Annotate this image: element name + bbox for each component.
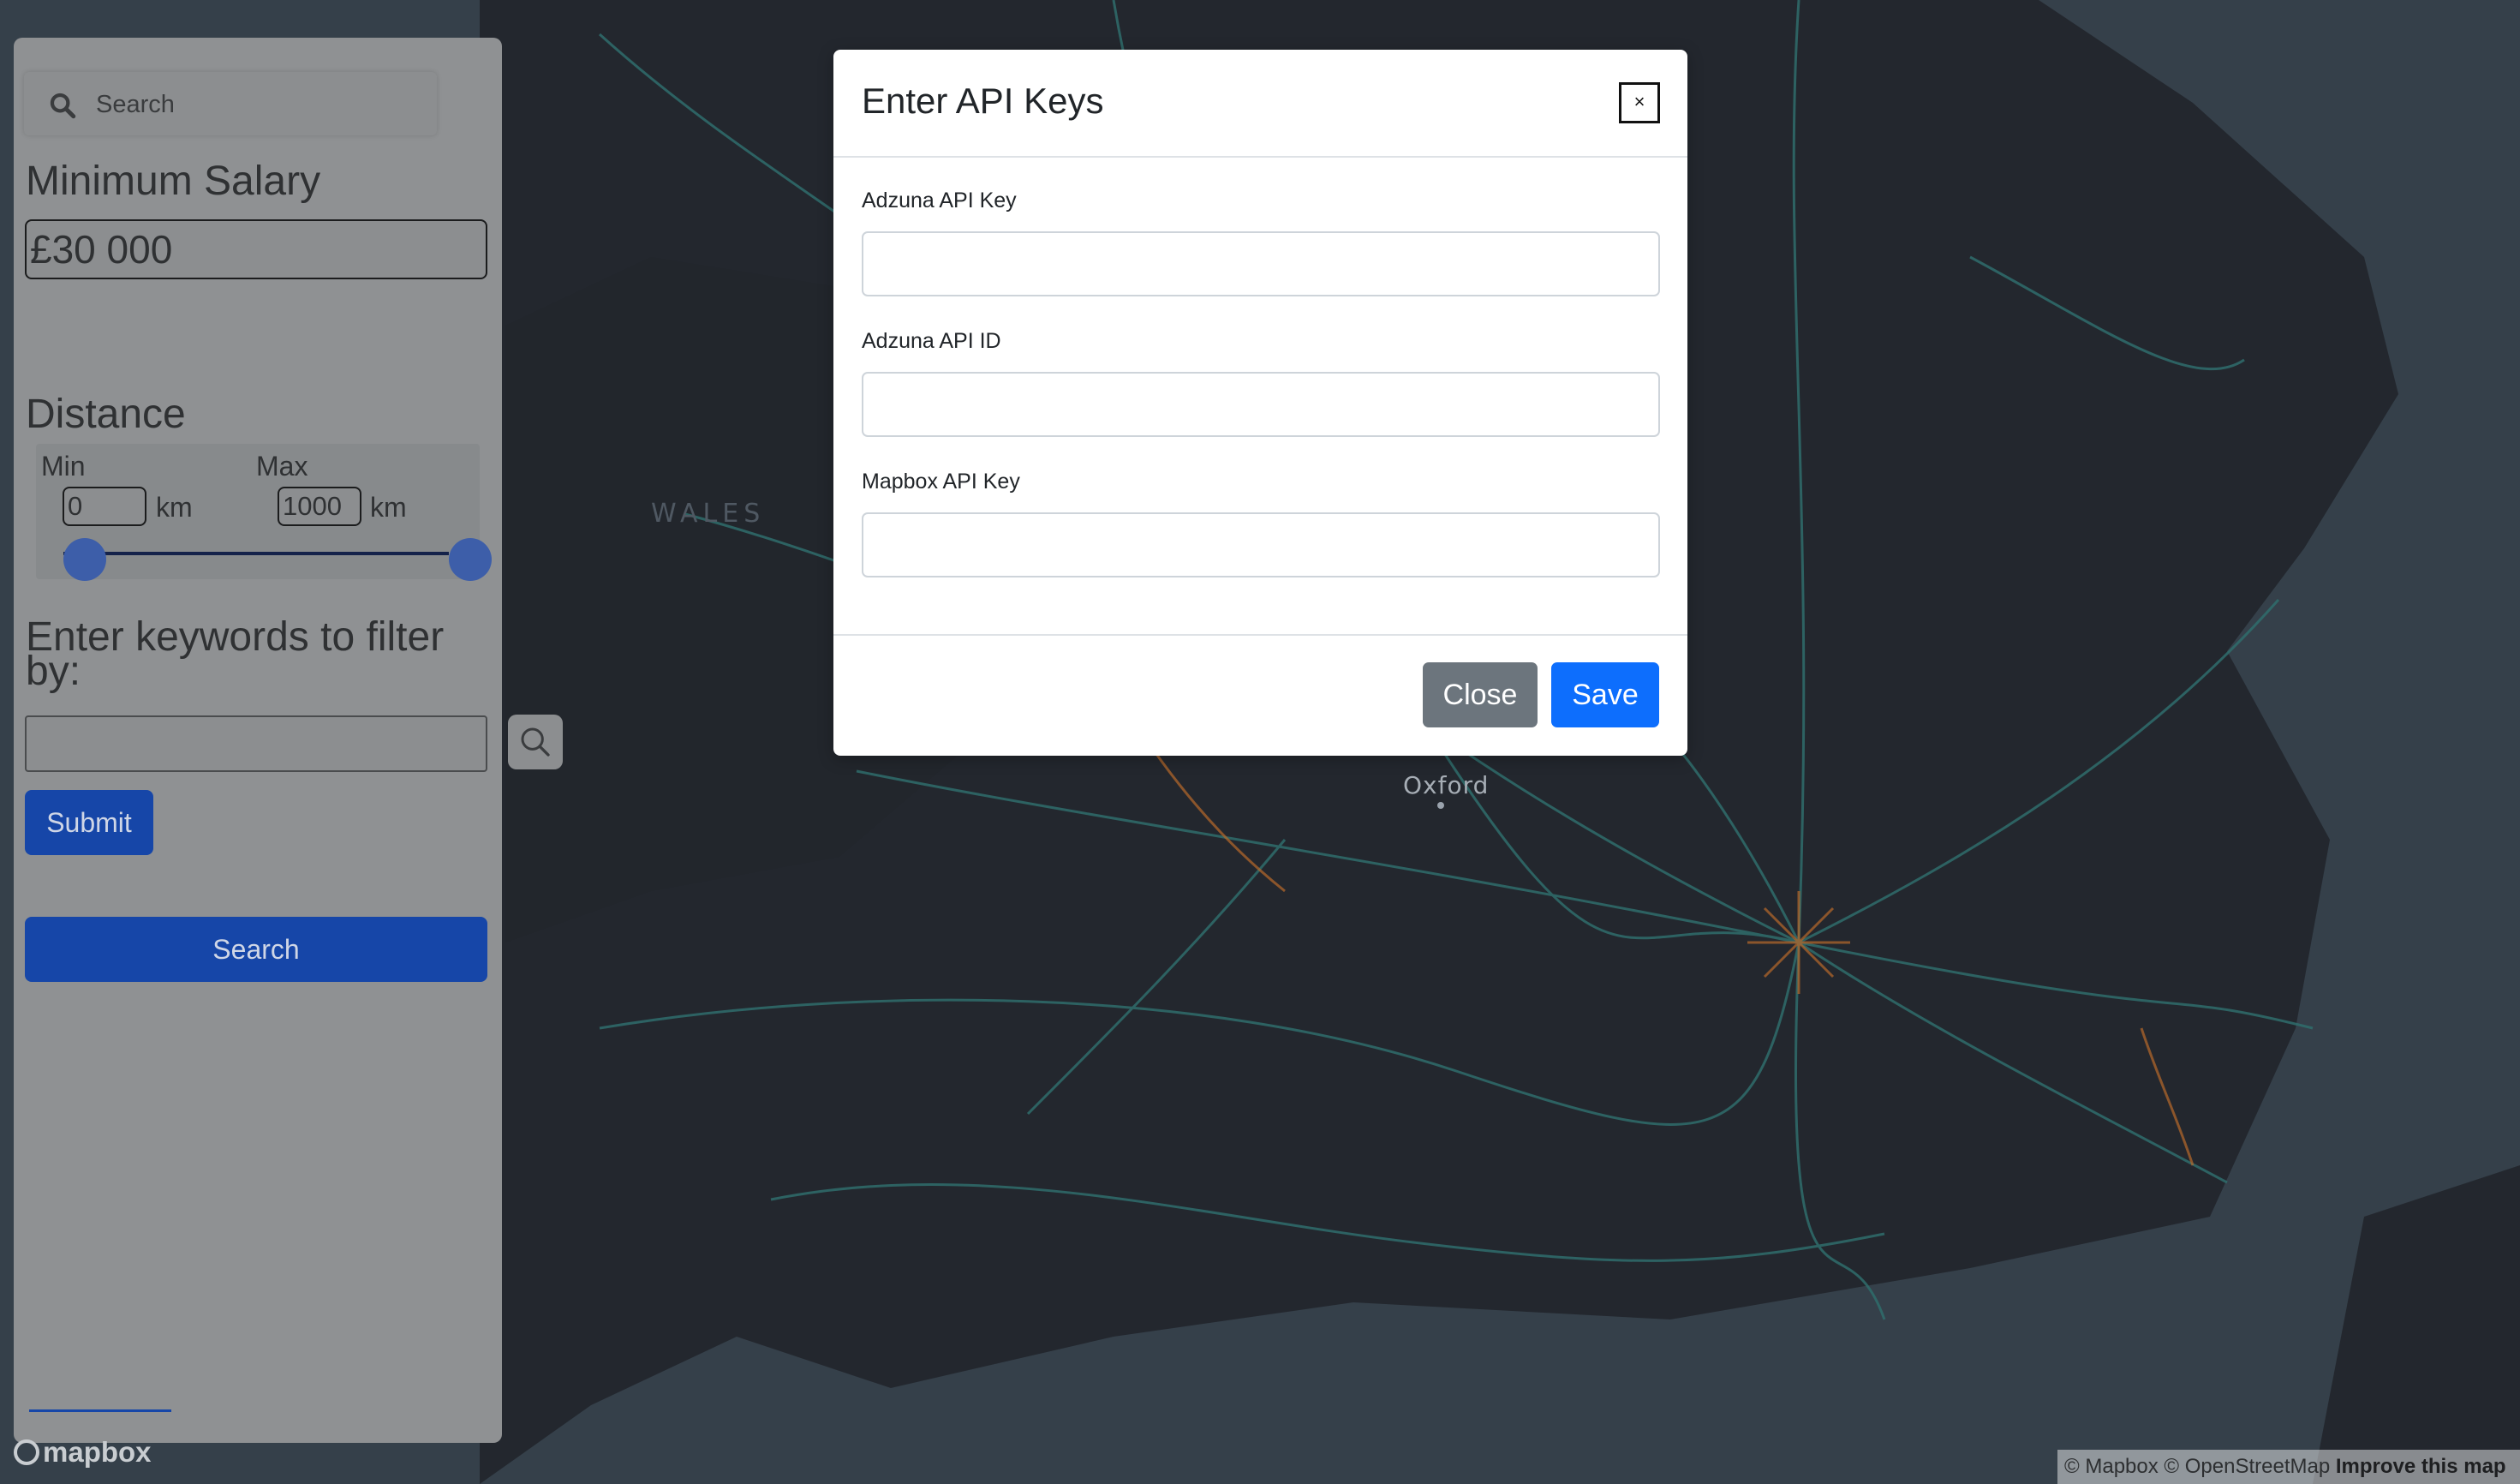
adzuna-api-id-input[interactable] <box>862 372 1660 437</box>
city-label-oxford: Oxford <box>1403 771 1490 799</box>
location-search-input[interactable] <box>94 86 423 123</box>
submit-button[interactable]: Submit <box>25 790 153 855</box>
modal-title: Enter API Keys <box>862 81 1104 121</box>
keywords-heading: Enter keywords to filter by: <box>26 614 445 694</box>
adzuna-api-id-label: Adzuna API ID <box>862 329 1001 353</box>
distance-heading: Distance <box>26 392 186 437</box>
sidebar-link-underline[interactable] <box>29 1409 171 1412</box>
location-search-box[interactable] <box>24 72 437 135</box>
distance-min-unit: km <box>156 492 193 523</box>
min-salary-input[interactable] <box>25 219 487 279</box>
close-icon[interactable]: × <box>1619 82 1660 123</box>
magnifier-icon <box>521 727 550 757</box>
modal-footer-divider <box>833 634 1687 636</box>
mapbox-api-key-label: Mapbox API Key <box>862 470 1020 494</box>
distance-max-label: Max <box>256 451 308 482</box>
attribution-text[interactable]: © Mapbox © OpenStreetMap <box>2064 1455 2330 1478</box>
distance-max-slider-handle[interactable] <box>449 538 492 581</box>
region-label-wales: WALES <box>651 499 766 529</box>
save-button[interactable]: Save <box>1551 662 1659 727</box>
search-button[interactable]: Search <box>25 917 487 982</box>
distance-min-slider-handle[interactable] <box>63 538 106 581</box>
distance-min-label: Min <box>41 451 86 482</box>
mapbox-api-key-input[interactable] <box>862 512 1660 577</box>
distance-max-input[interactable] <box>278 487 361 526</box>
distance-max-unit: km <box>370 492 407 523</box>
improve-map-link[interactable]: Improve this map <box>2336 1455 2506 1478</box>
mapbox-logo-icon <box>14 1439 39 1465</box>
map-attribution: © Mapbox © OpenStreetMap Improve this ma… <box>2057 1450 2520 1484</box>
distance-min-input[interactable] <box>63 487 146 526</box>
close-button[interactable]: Close <box>1423 662 1538 727</box>
modal-header-divider <box>833 156 1687 158</box>
mapbox-logo-text: mapbox <box>43 1436 152 1468</box>
filter-sidebar: Minimum Salary Distance Min Max km km En… <box>14 38 502 1443</box>
min-salary-heading: Minimum Salary <box>26 159 321 204</box>
distance-slider-track[interactable] <box>63 552 449 555</box>
keywords-input[interactable] <box>25 715 487 772</box>
search-icon <box>50 93 76 119</box>
mapbox-logo[interactable]: mapbox <box>14 1436 152 1469</box>
city-dot-oxford <box>1437 802 1444 809</box>
api-keys-modal: Enter API Keys × Adzuna API Key Adzuna A… <box>833 50 1687 756</box>
adzuna-api-key-input[interactable] <box>862 231 1660 296</box>
map-search-toggle-button[interactable] <box>508 715 563 769</box>
adzuna-api-key-label: Adzuna API Key <box>862 188 1017 212</box>
